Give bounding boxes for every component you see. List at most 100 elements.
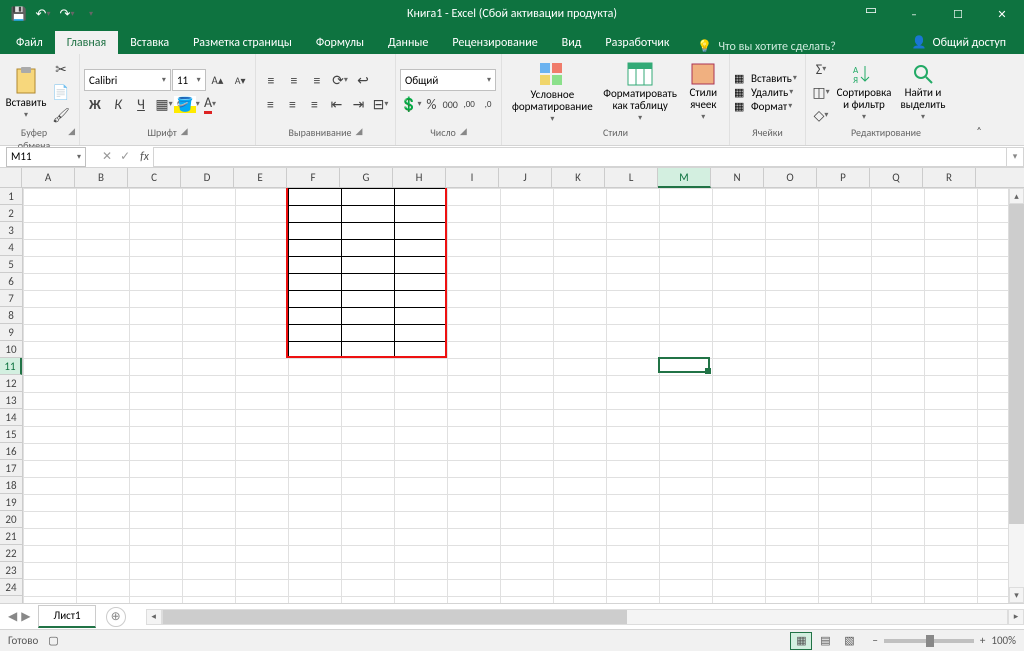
view-normal-icon[interactable]: ▦ xyxy=(790,632,812,650)
fx-icon[interactable]: fx xyxy=(140,150,149,164)
insert-cells-button[interactable]: ▦Вставить▾ xyxy=(734,72,801,85)
cancel-formula-icon[interactable]: ✕ xyxy=(102,149,112,164)
increase-font-icon[interactable]: A▴ xyxy=(207,69,229,91)
paste-button[interactable]: Вставить ▾ xyxy=(4,58,48,126)
col-header-L[interactable]: L xyxy=(605,168,658,187)
tab-file[interactable]: Файл xyxy=(4,31,55,54)
col-header-C[interactable]: C xyxy=(128,168,181,187)
clear-icon[interactable]: ◇▾ xyxy=(810,104,832,126)
decrease-indent-icon[interactable]: ⇤ xyxy=(326,93,347,115)
collapse-ribbon-icon[interactable]: ˄ xyxy=(968,119,990,141)
enter-formula-icon[interactable]: ✓ xyxy=(120,149,130,164)
tell-me-input[interactable]: 💡 Что вы хотите сделать? xyxy=(697,39,835,54)
orientation-icon[interactable]: ⟳▾ xyxy=(329,69,351,91)
tab-insert[interactable]: Вставка xyxy=(118,31,181,54)
zoom-slider[interactable] xyxy=(884,639,974,643)
zoom-thumb[interactable] xyxy=(926,635,934,647)
format-cells-button[interactable]: ▦Формат▾ xyxy=(734,100,801,113)
new-sheet-button[interactable]: ⊕ xyxy=(106,607,126,627)
col-header-M[interactable]: M xyxy=(658,168,711,188)
underline-button[interactable]: Ч xyxy=(130,93,152,115)
scroll-left-icon[interactable]: ◂ xyxy=(146,609,162,625)
decrease-font-icon[interactable]: A▾ xyxy=(229,69,251,91)
row-header-13[interactable]: 13 xyxy=(0,392,22,409)
row-header-7[interactable]: 7 xyxy=(0,290,22,307)
col-header-N[interactable]: N xyxy=(711,168,764,187)
row-header-17[interactable]: 17 xyxy=(0,460,22,477)
row-header-14[interactable]: 14 xyxy=(0,409,22,426)
sort-filter-button[interactable]: AЯ Сортировка и фильтр▾ xyxy=(834,58,894,126)
tab-developer[interactable]: Разработчик xyxy=(593,31,681,54)
row-header-21[interactable]: 21 xyxy=(0,528,22,545)
worksheet-grid[interactable] xyxy=(23,188,1024,603)
col-header-B[interactable]: B xyxy=(75,168,128,187)
row-header-23[interactable]: 23 xyxy=(0,562,22,579)
font-launcher-icon[interactable]: ◢ xyxy=(181,126,188,139)
zoom-in-icon[interactable]: + xyxy=(980,634,985,647)
row-header-8[interactable]: 8 xyxy=(0,307,22,324)
row-header-1[interactable]: 1 xyxy=(0,188,22,205)
maximize-button[interactable]: ☐ xyxy=(936,0,980,28)
tab-home[interactable]: Главная xyxy=(55,31,118,54)
zoom-out-icon[interactable]: − xyxy=(872,634,877,647)
row-header-18[interactable]: 18 xyxy=(0,477,22,494)
undo-icon[interactable]: ↶▾ xyxy=(32,3,54,25)
copy-icon[interactable]: 📄 xyxy=(50,81,72,103)
row-header-11[interactable]: 11 xyxy=(0,358,22,375)
row-header-3[interactable]: 3 xyxy=(0,222,22,239)
font-family-select[interactable]: Calibri▾ xyxy=(84,69,171,91)
align-right-icon[interactable]: ≡ xyxy=(304,93,325,115)
name-box[interactable]: M11▾ xyxy=(6,147,86,167)
sheet-tab-1[interactable]: Лист1 xyxy=(38,605,95,628)
horizontal-scrollbar[interactable] xyxy=(162,609,1008,625)
number-launcher-icon[interactable]: ◢ xyxy=(460,126,467,139)
tab-formulas[interactable]: Формулы xyxy=(304,31,376,54)
row-header-24[interactable]: 24 xyxy=(0,579,22,596)
format-as-table-button[interactable]: Форматировать как таблицу▾ xyxy=(601,58,680,126)
qat-customize-icon[interactable]: ▾ xyxy=(80,3,102,25)
col-header-G[interactable]: G xyxy=(340,168,393,187)
tab-view[interactable]: Вид xyxy=(550,31,594,54)
increase-indent-icon[interactable]: ⇥ xyxy=(348,93,369,115)
row-header-22[interactable]: 22 xyxy=(0,545,22,562)
border-button[interactable]: ▦▾ xyxy=(153,93,175,115)
row-header-9[interactable]: 9 xyxy=(0,324,22,341)
col-header-H[interactable]: H xyxy=(393,168,446,187)
tab-data[interactable]: Данные xyxy=(376,31,440,54)
find-select-button[interactable]: Найти и выделить▾ xyxy=(896,58,950,126)
italic-button[interactable]: К xyxy=(107,93,129,115)
delete-cells-button[interactable]: ▦Удалить▾ xyxy=(734,86,801,99)
tab-review[interactable]: Рецензирование xyxy=(440,31,549,54)
align-center-icon[interactable]: ≡ xyxy=(282,93,303,115)
ribbon-display-icon[interactable]: ▭ xyxy=(858,0,884,20)
horizontal-scroll-thumb[interactable] xyxy=(163,610,627,624)
vertical-scrollbar[interactable]: ▴ ▾ xyxy=(1008,188,1024,603)
expand-formula-bar-icon[interactable]: ▾ xyxy=(1006,147,1024,167)
merge-icon[interactable]: ⊟▾ xyxy=(370,93,391,115)
alignment-launcher-icon[interactable]: ◢ xyxy=(356,126,363,139)
redo-icon[interactable]: ↷▾ xyxy=(56,3,78,25)
select-all-corner[interactable] xyxy=(0,168,22,187)
formula-bar[interactable] xyxy=(153,147,1006,167)
scroll-right-icon[interactable]: ▸ xyxy=(1008,609,1024,625)
row-header-12[interactable]: 12 xyxy=(0,375,22,392)
comma-format-icon[interactable]: 000 xyxy=(441,93,459,115)
col-header-Q[interactable]: Q xyxy=(870,168,923,187)
tab-page-layout[interactable]: Разметка страницы xyxy=(181,31,304,54)
align-left-icon[interactable]: ≡ xyxy=(260,93,281,115)
row-header-20[interactable]: 20 xyxy=(0,511,22,528)
col-header-K[interactable]: K xyxy=(552,168,605,187)
col-header-F[interactable]: F xyxy=(287,168,340,187)
align-bottom-icon[interactable]: ≡ xyxy=(306,69,328,91)
font-color-button[interactable]: A▾ xyxy=(199,93,221,115)
view-page-layout-icon[interactable]: ▤ xyxy=(814,632,836,650)
conditional-formatting-button[interactable]: Условное форматирование▾ xyxy=(506,58,599,126)
minimize-button[interactable]: – xyxy=(892,0,936,28)
col-header-J[interactable]: J xyxy=(499,168,552,187)
col-header-D[interactable]: D xyxy=(181,168,234,187)
fill-icon[interactable]: ◫▾ xyxy=(810,81,832,103)
fill-color-button[interactable]: 🪣▾ xyxy=(176,93,198,115)
cut-icon[interactable]: ✂ xyxy=(50,58,72,80)
col-header-I[interactable]: I xyxy=(446,168,499,187)
active-cell[interactable] xyxy=(658,357,710,373)
